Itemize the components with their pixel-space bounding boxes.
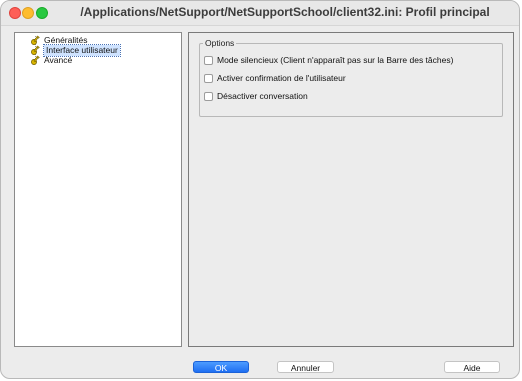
dialog-window: /Applications/NetSupport/NetSupportSchoo…	[0, 0, 520, 379]
checkbox-box[interactable]	[204, 74, 213, 84]
checkbox-label: Désactiver conversation	[217, 91, 308, 101]
checkbox-mode-silencieux[interactable]: Mode silencieux (Client n'apparaît pas s…	[204, 54, 453, 66]
title-bar: /Applications/NetSupport/NetSupportSchoo…	[1, 1, 519, 26]
key-icon	[31, 55, 40, 65]
tree-panel: Généralités Interface utilisateur Avancé	[14, 32, 182, 347]
minimize-window-button[interactable]	[22, 7, 34, 19]
checkbox-box[interactable]	[204, 56, 213, 66]
tree-item-avance[interactable]: Avancé	[30, 55, 72, 66]
tree-item-label: Avancé	[44, 55, 73, 65]
checkbox-label: Mode silencieux (Client n'apparaît pas s…	[217, 55, 454, 65]
help-button[interactable]: Aide	[444, 361, 500, 373]
close-window-button[interactable]	[9, 7, 21, 19]
checkbox-desactiver-conversation[interactable]: Désactiver conversation	[204, 90, 308, 102]
ok-button[interactable]: OK	[193, 361, 249, 373]
maximize-window-button[interactable]	[36, 7, 48, 19]
checkbox-box[interactable]	[204, 92, 213, 102]
cancel-button[interactable]: Annuler	[277, 361, 334, 373]
checkbox-activer-confirmation[interactable]: Activer confirmation de l'utilisateur	[204, 72, 346, 84]
checkbox-label: Activer confirmation de l'utilisateur	[217, 73, 346, 83]
window-title: /Applications/NetSupport/NetSupportSchoo…	[80, 5, 490, 19]
options-group-legend: Options	[203, 38, 237, 48]
